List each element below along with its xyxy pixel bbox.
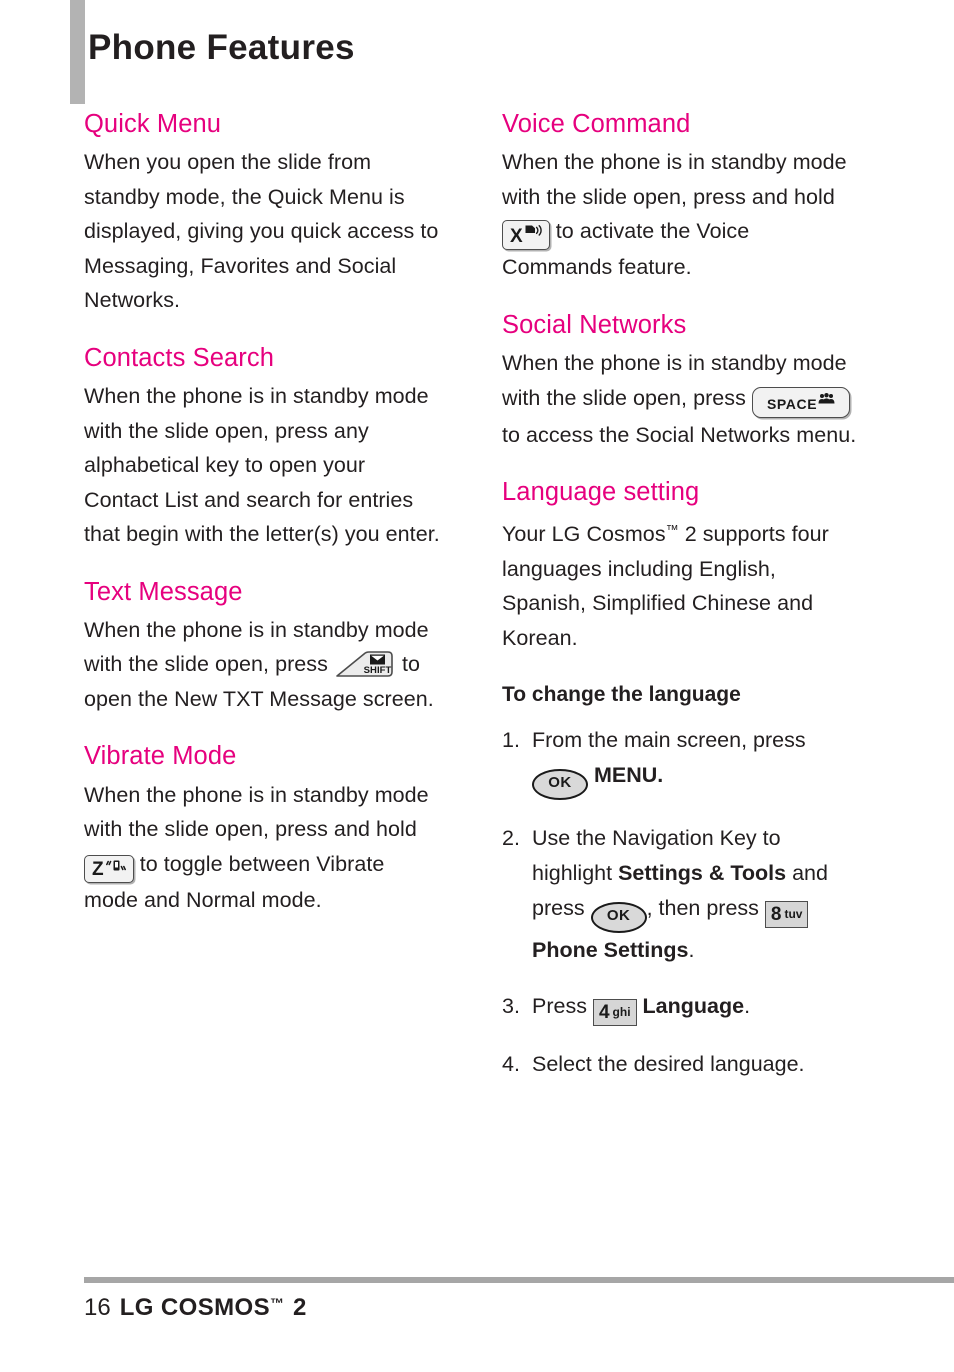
section-heading-vibrate-mode: Vibrate Mode [84, 742, 237, 771]
step-2-phone-settings-label: Phone Settings [532, 937, 689, 962]
left-column: Quick Menu When you open the slide from … [84, 110, 444, 917]
step-number: 2. [502, 825, 520, 850]
step-1-menu-label: MENU. [593, 762, 664, 787]
z-key-label: Z [92, 858, 104, 880]
right-column: Voice Command When the phone is in stand… [502, 110, 862, 1082]
footer-page-number: 16 [84, 1294, 111, 1321]
language-intro-part1: Your LG Cosmos [502, 522, 666, 547]
voice-body-before: When the phone is in standby mode with t… [502, 150, 847, 209]
ok-key-glyph: OK [532, 768, 588, 800]
page-header-tab-bar [70, 0, 85, 104]
language-steps-list: 1. From the main screen, press OK MENU. … [502, 723, 862, 1082]
page-title: Phone Features [88, 28, 355, 67]
section-heading-language-setting: Language setting [502, 478, 700, 507]
step-2-text-after: . [688, 937, 695, 962]
step-4-text: Select the desired language. [532, 1051, 805, 1076]
section-body-language-setting: Your LG Cosmos™ 2 supports four language… [502, 513, 862, 655]
social-body-after: to access the Social Networks menu. [502, 422, 857, 447]
svg-text:SHIFT: SHIFT [364, 665, 392, 676]
vibrate-icon [105, 857, 126, 877]
sub-heading-to-change-the-language: To change the language [502, 683, 741, 707]
step-3-text-before: Press [532, 993, 587, 1018]
step-number: 1. [502, 727, 520, 752]
section-heading-text-message: Text Message [84, 577, 243, 606]
section-body-contacts-search: When the phone is in standby mode with t… [84, 384, 440, 547]
section-heading-voice-command: Voice Command [502, 110, 691, 138]
space-key-glyph: SPACE [751, 386, 851, 418]
trademark-symbol: ™ [665, 522, 679, 538]
shift-key-glyph: SHIFT [334, 648, 396, 680]
section-heading-social-networks: Social Networks [502, 310, 687, 339]
number-key-digit: 4 [598, 1001, 610, 1023]
section-body-social-networks: When the phone is in standby mode with t… [502, 346, 862, 452]
step-1-text-before: From the main screen, press [532, 727, 806, 752]
x-key-label: X [510, 226, 523, 248]
z-vibrate-key-glyph: Z [84, 854, 134, 883]
x-voice-key-glyph: X [502, 220, 550, 251]
section-heading-quick-menu: Quick Menu [84, 110, 222, 138]
number-key-letters: ghi [612, 1004, 631, 1019]
footer-brand: LG COSMOS [119, 1294, 270, 1321]
step-3-language-label: Language [642, 993, 745, 1018]
number-key-digit: 8 [770, 903, 782, 925]
step-number: 3. [502, 993, 520, 1018]
number-key-letters: tuv [784, 906, 803, 921]
footer-divider [84, 1277, 954, 1283]
footer-model: 2 [292, 1294, 307, 1321]
footer: 16 LG COSMOS™ 2 [84, 1294, 307, 1323]
step-3-text-after: . [744, 993, 751, 1018]
number-key-8-glyph: 8 tuv [764, 900, 809, 928]
social-group-icon [818, 391, 835, 409]
section-heading-contacts-search: Contacts Search [84, 343, 275, 372]
step-2-settings-tools-label: Settings & Tools [618, 860, 787, 885]
footer-trademark: ™ [269, 1295, 284, 1311]
vibrate-body-before: When the phone is in standby mode with t… [84, 782, 429, 842]
list-item: 2. Use the Navigation Key to highlight S… [502, 821, 862, 968]
space-key-label: SPACE [766, 395, 818, 412]
list-item: 4. Select the desired language. [502, 1047, 862, 1082]
manual-page: Phone Features Quick Menu When you open … [0, 0, 954, 1372]
section-body-vibrate-mode: When the phone is in standby mode with t… [84, 778, 444, 918]
section-body-quick-menu: When you open the slide from standby mod… [84, 150, 439, 313]
section-body-text-message: When the phone is in standby mode with t… [84, 613, 444, 717]
list-item: 1. From the main screen, press OK MENU. [502, 723, 862, 800]
list-item: 3. Press 4 ghi Language. [502, 989, 862, 1026]
ok-key-glyph: OK [590, 901, 647, 933]
step-number: 4. [502, 1051, 520, 1076]
section-body-voice-command: When the phone is in standby mode with t… [502, 145, 862, 285]
step-2-mid-2: , then press [646, 895, 759, 920]
number-key-4-glyph: 4 ghi [592, 998, 637, 1026]
voice-command-icon [524, 222, 542, 242]
